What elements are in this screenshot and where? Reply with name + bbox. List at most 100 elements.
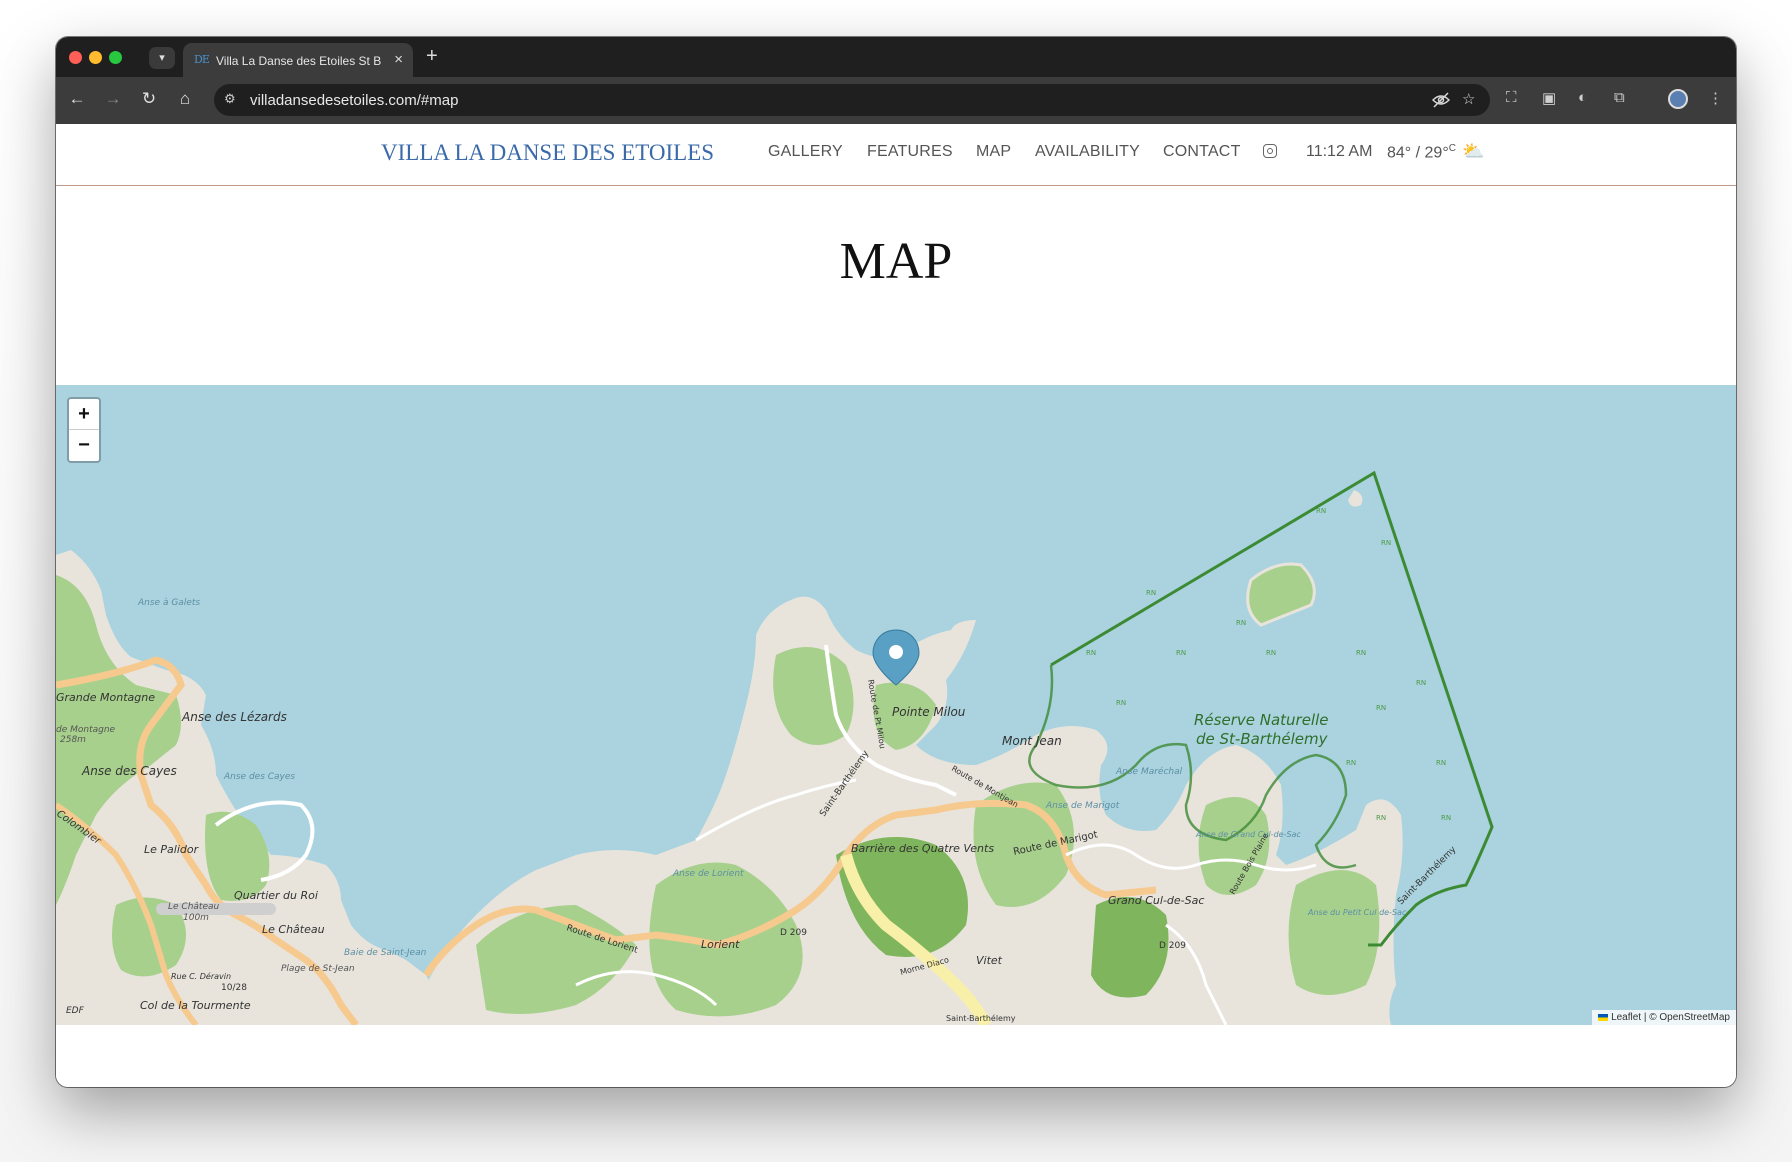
temperature: 84° / 29°C <box>1387 143 1456 162</box>
temperature-value: 84° / 29° <box>1387 144 1449 162</box>
label-le-chateau: Le Château <box>262 923 325 936</box>
zoom-control: + − <box>67 397 101 463</box>
vegetation-east-2 <box>1288 870 1380 995</box>
instagram-icon[interactable] <box>1263 144 1277 158</box>
nav-contact[interactable]: CONTACT <box>1163 143 1241 161</box>
label-rue-deravin: Rue C. Déravin <box>171 971 231 981</box>
label-rn: RN <box>1441 814 1451 822</box>
label-rn: RN <box>1416 679 1426 687</box>
screen-icon[interactable]: ⛶ <box>1506 89 1517 106</box>
label-rn: RN <box>1086 649 1096 657</box>
label-col-tourmente: Col de la Tourmente <box>140 999 251 1012</box>
nav-map[interactable]: MAP <box>976 143 1011 161</box>
label-grande-montagne: Grande Montagne <box>56 691 155 704</box>
label-rn: RN <box>1356 649 1366 657</box>
home-icon[interactable]: ⌂ <box>174 89 196 109</box>
star-icon[interactable]: ☆ <box>1462 90 1475 108</box>
local-time: 11:12 AM <box>1306 143 1373 160</box>
label-rn: RN <box>1266 649 1276 657</box>
browser-toolbar: ← → ↻ ⌂ ⚙ villadansedesetoiles.com/#map … <box>56 77 1736 124</box>
osm-link[interactable]: | © OpenStreetMap <box>1644 1012 1730 1023</box>
leaflet-link[interactable]: Leaflet <box>1611 1012 1641 1023</box>
vegetation-west-2 <box>205 811 270 901</box>
label-plage-saint-jean: Plage de St-Jean <box>281 964 355 974</box>
label-d209b: D 209 <box>1159 941 1186 951</box>
url-text[interactable]: villadansedesetoiles.com/#map <box>250 92 458 109</box>
minimize-window-button[interactable] <box>89 51 102 64</box>
nav-features[interactable]: FEATURES <box>867 143 953 161</box>
eye-off-icon[interactable] <box>1432 92 1450 108</box>
map[interactable]: Anse à Galets Grande Montagne Anse des L… <box>56 385 1736 1025</box>
nav-availability[interactable]: AVAILABILITY <box>1035 143 1140 161</box>
partly-cloudy-icon: ⛅ <box>1462 141 1485 161</box>
label-le-palidor: Le Palidor <box>144 843 200 856</box>
label-258m: 258m <box>60 735 86 745</box>
site-header: VILLA LA DANSE DES ETOILES GALLERY FEATU… <box>56 124 1736 186</box>
label-rn: RN <box>1376 704 1386 712</box>
label-reserve-line2: de St-Barthélemy <box>1196 730 1329 748</box>
contrast-icon[interactable]: ◐ <box>1578 89 1587 106</box>
map-attribution: Leaflet | © OpenStreetMap <box>1592 1010 1736 1025</box>
label-d209: D 209 <box>780 928 807 938</box>
puzzle-icon[interactable]: ⧉ <box>1614 89 1625 106</box>
label-le-chateau-peak: Le Château <box>168 902 219 912</box>
close-window-button[interactable] <box>69 51 82 64</box>
maximize-window-button[interactable] <box>109 51 122 64</box>
label-anse-lorient: Anse de Lorient <box>672 869 744 879</box>
reload-icon[interactable]: ↻ <box>138 89 160 109</box>
label-rn: RN <box>1316 507 1326 515</box>
label-quartier-du-roi: Quartier du Roi <box>234 889 318 902</box>
label-baie-saint-jean: Baie de Saint-Jean <box>344 948 427 958</box>
browser-tab[interactable]: DE Villa La Danse des Etoiles St B × <box>183 43 413 77</box>
label-anse-marigot: Anse de Marigot <box>1045 801 1120 811</box>
label-rn: RN <box>1376 814 1386 822</box>
label-anse-lezards: Anse des Lézards <box>181 710 287 724</box>
label-rn: RN <box>1146 589 1156 597</box>
label-anse-cayes-bay: Anse des Cayes <box>223 772 295 782</box>
label-mont-jean: Mont Jean <box>1002 734 1062 748</box>
label-de-montagne: de Montagne <box>56 725 116 735</box>
label-lorient: Lorient <box>701 938 740 951</box>
label-edf: EDF <box>66 1006 85 1016</box>
more-icon[interactable]: ⋮ <box>1708 89 1723 107</box>
label-grand-cul-de-sac: Grand Cul-de-Sac <box>1108 894 1204 907</box>
label-barriere: Barrière des Quatre Vents <box>851 842 994 855</box>
islet-tortue <box>1246 562 1316 627</box>
browser-window: ▾ DE Villa La Danse des Etoiles St B × +… <box>56 37 1736 1087</box>
label-reserve-line1: Réserve Naturelle <box>1194 711 1329 729</box>
label-saint-barthelemy-south: Saint-Barthélemy <box>946 1013 1016 1023</box>
label-anse-marechal: Anse Maréchal <box>1115 766 1183 777</box>
tab-title: Villa La Danse des Etoiles St B <box>216 54 382 68</box>
temperature-unit: C <box>1448 143 1456 154</box>
new-tab-button[interactable]: + <box>426 45 438 67</box>
avatar[interactable] <box>1668 89 1688 109</box>
map-tiles[interactable]: Anse à Galets Grande Montagne Anse des L… <box>56 385 1736 1025</box>
label-rn: RN <box>1346 759 1356 767</box>
zoom-in-button[interactable]: + <box>69 399 99 430</box>
label-vitet: Vitet <box>976 954 1003 967</box>
tab-strip: ▾ DE Villa La Danse des Etoiles St B × + <box>56 37 1736 77</box>
forward-icon[interactable]: → <box>102 89 124 109</box>
nav-gallery[interactable]: GALLERY <box>768 143 843 161</box>
label-anse-galets: Anse à Galets <box>137 598 200 608</box>
brand-logo[interactable]: VILLA LA DANSE DES ETOILES <box>381 140 714 166</box>
label-rn: RN <box>1176 649 1186 657</box>
islet-north <box>1348 490 1363 507</box>
tab-close-icon[interactable]: × <box>394 51 403 68</box>
label-rn: RN <box>1116 699 1126 707</box>
label-rn: RN <box>1381 539 1391 547</box>
ukraine-flag-icon <box>1598 1013 1609 1021</box>
zoom-out-button[interactable]: − <box>69 430 99 460</box>
chevron-down-icon[interactable]: ▾ <box>149 47 175 69</box>
label-100m: 100m <box>183 913 209 923</box>
label-anse-grand-cul: Anse de Grand Cul-de-Sac <box>1195 830 1301 839</box>
label-runway: 10/28 <box>221 983 247 993</box>
label-pointe-milou: Pointe Milou <box>892 705 966 719</box>
label-rn: RN <box>1436 759 1446 767</box>
label-anse-cayes: Anse des Cayes <box>81 764 177 778</box>
site-info-icon[interactable]: ⚙ <box>224 91 236 107</box>
back-icon[interactable]: ← <box>66 89 88 109</box>
address-bar[interactable]: ⚙ villadansedesetoiles.com/#map ☆ <box>214 84 1490 116</box>
camera-icon[interactable]: ▣ <box>1542 89 1556 107</box>
tab-favicon: DE <box>194 53 210 66</box>
